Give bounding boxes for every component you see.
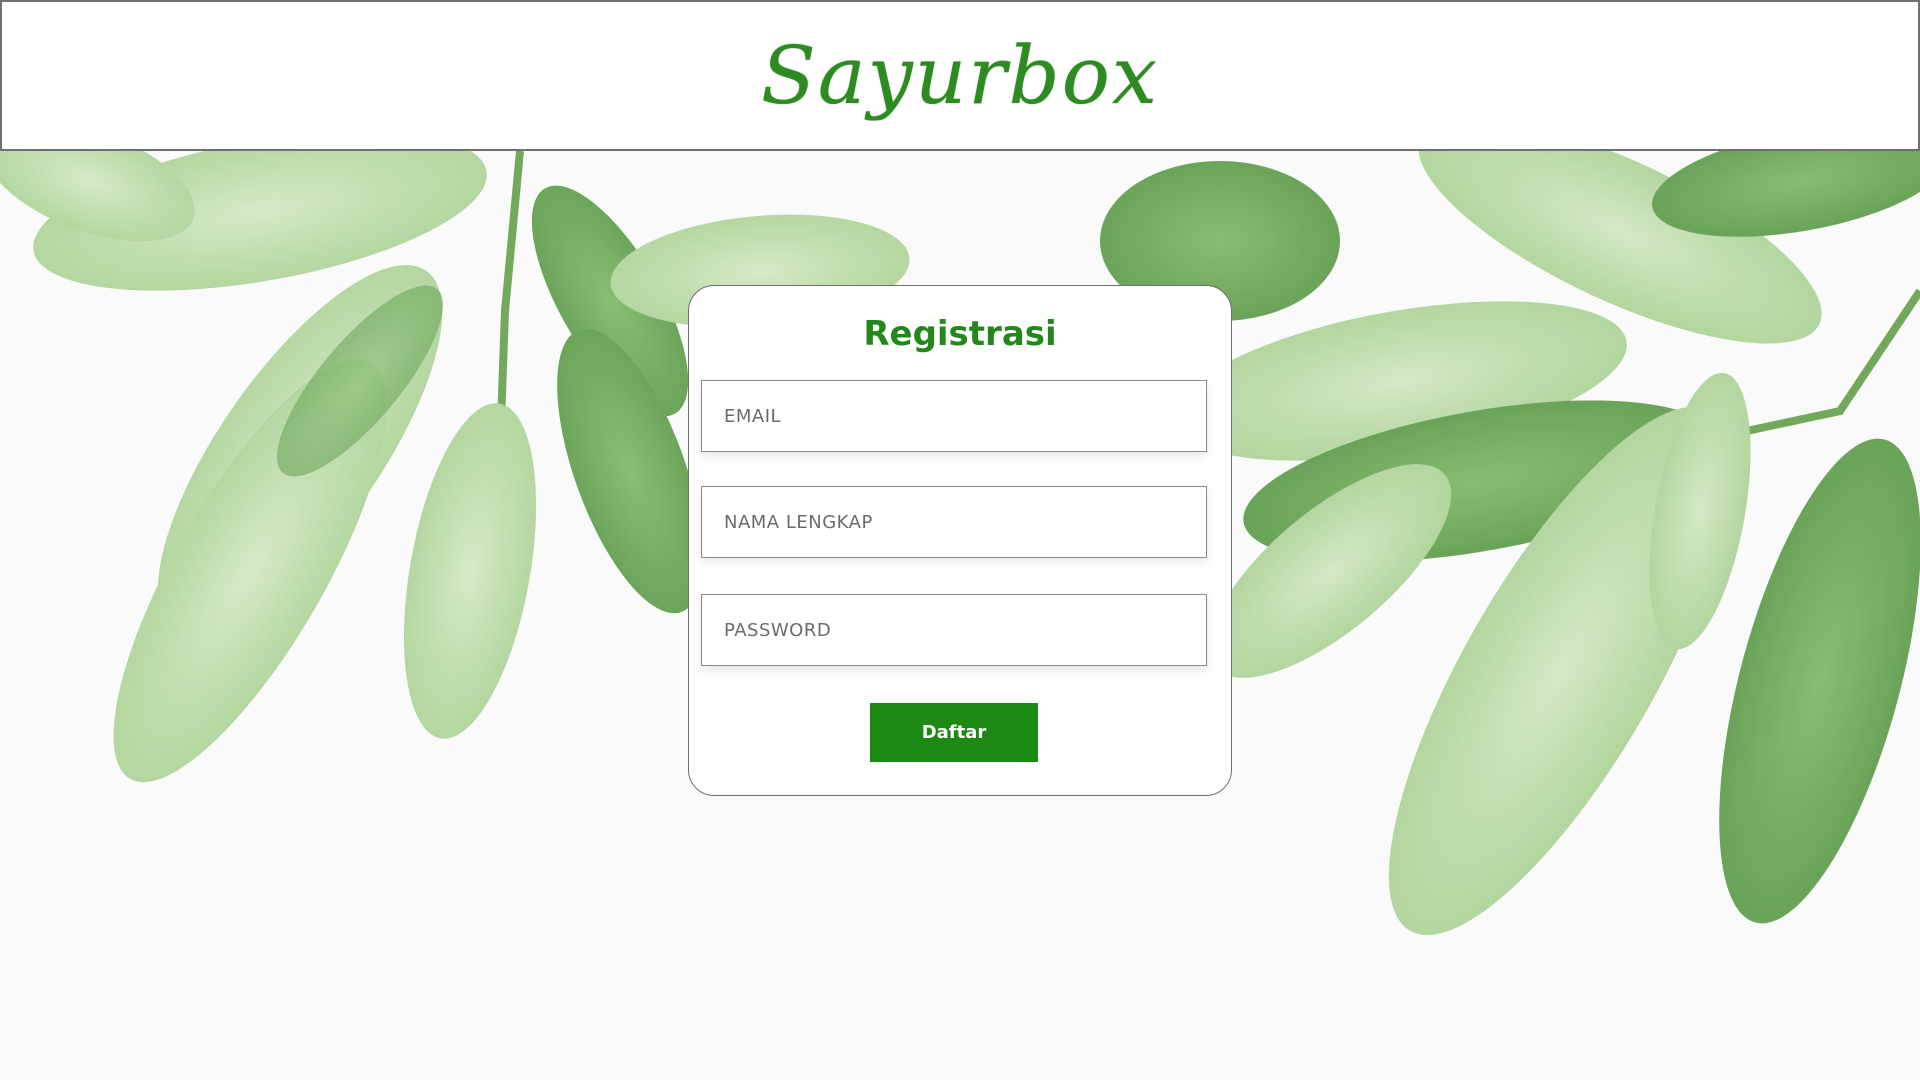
register-button[interactable]: Daftar xyxy=(870,703,1038,762)
sayurbox-logo[interactable]: Sayurbox xyxy=(761,29,1159,122)
email-field-container xyxy=(701,380,1207,452)
full-name-input[interactable] xyxy=(702,487,1206,557)
top-header: Sayurbox xyxy=(0,0,1920,151)
registration-card: Registrasi Daftar xyxy=(688,285,1232,796)
email-input[interactable] xyxy=(702,381,1206,451)
fullname-field-container xyxy=(701,486,1207,558)
form-title: Registrasi xyxy=(863,314,1057,354)
password-field-container xyxy=(701,594,1207,666)
password-input[interactable] xyxy=(702,595,1206,665)
